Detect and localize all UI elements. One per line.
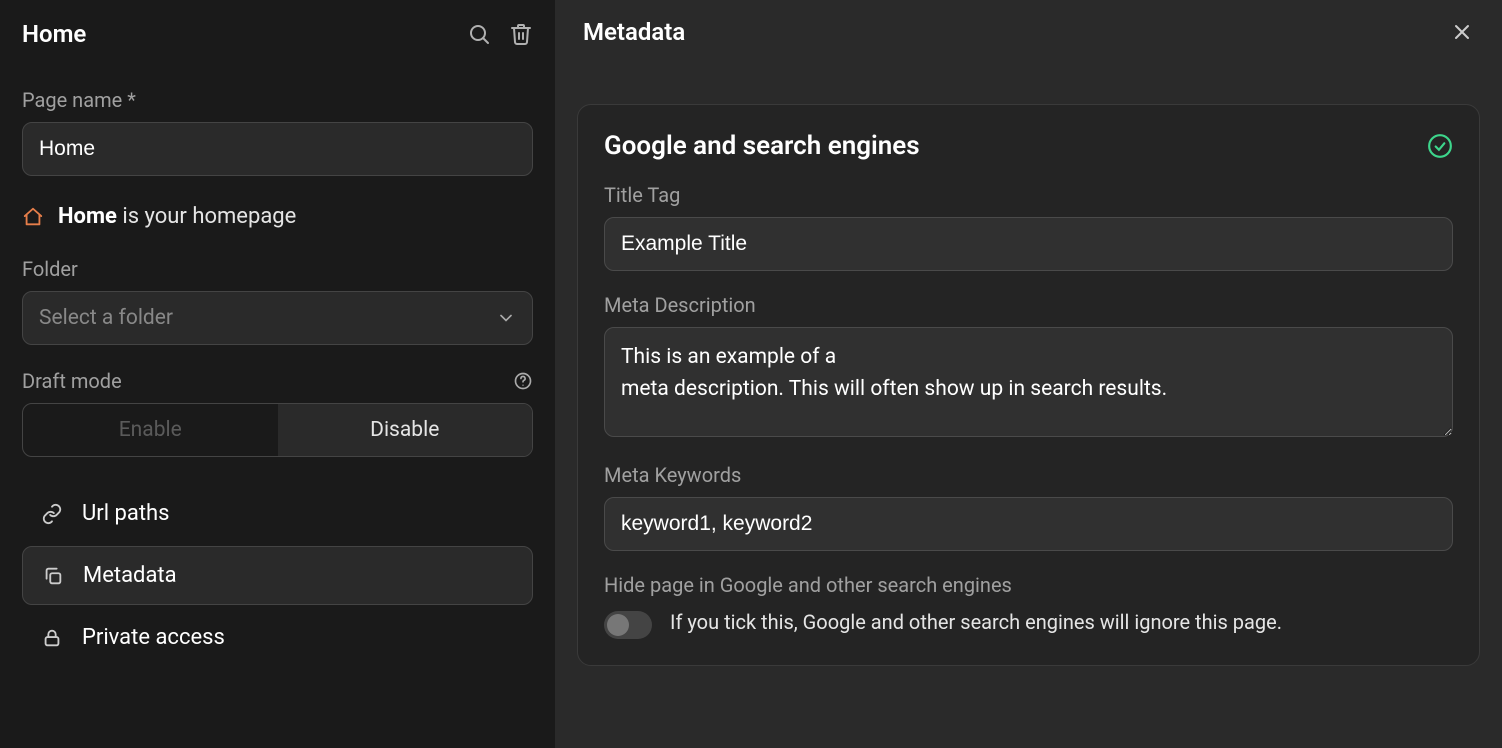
lock-icon xyxy=(40,627,64,649)
meta-desc-input[interactable] xyxy=(604,327,1453,437)
nav-item-private-access[interactable]: Private access xyxy=(22,609,533,666)
nav-item-url-paths[interactable]: Url paths xyxy=(22,485,533,542)
hide-page-row: If you tick this, Google and other searc… xyxy=(604,607,1453,639)
homepage-text: Home is your homepage xyxy=(58,204,296,229)
nav-label-private-access: Private access xyxy=(82,625,225,650)
folder-label: Folder xyxy=(22,257,533,281)
meta-keywords-group: Meta Keywords xyxy=(604,463,1453,551)
draft-mode-header: Draft mode xyxy=(22,369,533,393)
homepage-name: Home xyxy=(58,204,117,229)
hide-page-description: If you tick this, Google and other searc… xyxy=(670,607,1282,637)
right-panel: Metadata Google and search engines Title… xyxy=(555,0,1502,748)
right-panel-title: Metadata xyxy=(583,18,685,46)
draft-mode-segment: Enable Disable xyxy=(22,403,533,457)
homepage-note: Home is your homepage xyxy=(22,204,533,229)
meta-keywords-label: Meta Keywords xyxy=(604,463,1453,487)
link-icon xyxy=(40,503,64,525)
nav-label-metadata: Metadata xyxy=(83,563,177,588)
help-icon[interactable] xyxy=(513,371,533,391)
left-header: Home xyxy=(22,20,533,48)
chevron-down-icon xyxy=(496,308,516,328)
nav-label-url-paths: Url paths xyxy=(82,501,170,526)
title-tag-group: Title Tag xyxy=(604,183,1453,271)
nav-item-metadata[interactable]: Metadata xyxy=(22,546,533,605)
trash-icon[interactable] xyxy=(509,22,533,46)
right-body: Google and search engines Title Tag Meta… xyxy=(555,64,1502,688)
check-circle-icon xyxy=(1427,133,1453,159)
page-name-input[interactable] xyxy=(22,122,533,176)
hide-page-group: Hide page in Google and other search eng… xyxy=(604,573,1453,639)
meta-desc-group: Meta Description xyxy=(604,293,1453,441)
right-header: Metadata xyxy=(555,0,1502,64)
hide-page-toggle[interactable] xyxy=(604,611,652,639)
folder-placeholder: Select a folder xyxy=(39,306,173,330)
search-icon[interactable] xyxy=(467,22,491,46)
nav-list: Url paths Metadata Private access xyxy=(22,485,533,666)
meta-desc-label: Meta Description xyxy=(604,293,1453,317)
title-tag-label: Title Tag xyxy=(604,183,1453,207)
enable-button[interactable]: Enable xyxy=(23,404,278,456)
card-header: Google and search engines xyxy=(604,131,1453,161)
close-icon[interactable] xyxy=(1450,20,1474,44)
folder-select[interactable]: Select a folder xyxy=(22,291,533,345)
meta-keywords-input[interactable] xyxy=(604,497,1453,551)
home-icon xyxy=(22,206,44,228)
left-panel: Home Page name * Home is your homepage F… xyxy=(0,0,555,748)
draft-mode-label: Draft mode xyxy=(22,369,122,393)
homepage-suffix: is your homepage xyxy=(117,204,296,229)
title-tag-input[interactable] xyxy=(604,217,1453,271)
toggle-knob xyxy=(607,614,629,636)
page-name-label: Page name * xyxy=(22,88,533,112)
disable-button[interactable]: Disable xyxy=(278,404,533,456)
seo-card: Google and search engines Title Tag Meta… xyxy=(577,104,1480,666)
page-title: Home xyxy=(22,20,86,48)
header-icons xyxy=(467,22,533,46)
hide-page-label: Hide page in Google and other search eng… xyxy=(604,573,1453,597)
copy-icon xyxy=(41,565,65,587)
card-title: Google and search engines xyxy=(604,131,920,161)
